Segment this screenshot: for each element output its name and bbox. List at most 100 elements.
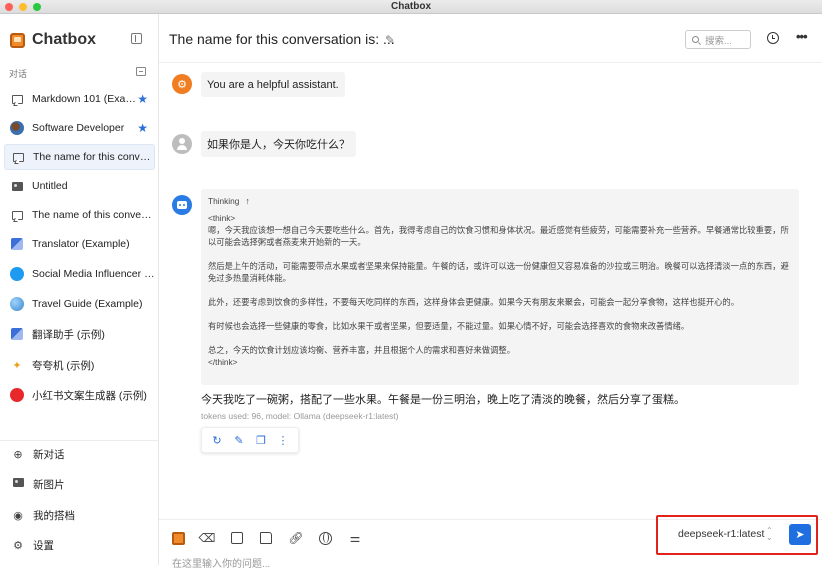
conversation-label: The name of this conversation: [32, 209, 155, 221]
regenerate-icon[interactable]: ↻: [209, 434, 225, 447]
conversation-label: Travel Guide (Example): [32, 298, 143, 310]
sparkle-avatar-icon: ✦: [12, 359, 22, 372]
conversation-label: Software Developer: [32, 122, 125, 134]
conversation-label: Translator (Example): [32, 238, 130, 250]
translator-avatar-icon: [10, 237, 24, 251]
sidebar-item-current-conversation[interactable]: The name for this conversation is:: [4, 144, 155, 170]
sidebar-item-translation-assistant[interactable]: 翻译助手 (示例): [4, 321, 155, 347]
star-icon[interactable]: ★: [137, 121, 148, 135]
send-icon: ➤: [795, 529, 805, 541]
conversation-label: 小红书文案生成器 (示例): [32, 389, 147, 402]
image-attach-icon[interactable]: [229, 530, 245, 546]
my-partners-button[interactable]: ◉ 我的搭档: [4, 503, 155, 527]
section-label: 对话: [9, 69, 28, 79]
sidebar: Chatbox 对话 Markdown 101 (Example) ★ Soft…: [0, 14, 159, 565]
thinking-toggle[interactable]: Thinking ↑: [208, 195, 793, 207]
edit-title-icon[interactable]: ✎: [385, 33, 395, 47]
eraser-icon[interactable]: ⌫: [199, 530, 216, 546]
sidebar-item-markdown-101[interactable]: Markdown 101 (Example) ★: [4, 86, 155, 112]
gear-icon: ⚙: [13, 539, 23, 552]
conversation-label: 夸夸机 (示例): [32, 359, 95, 372]
image-add-icon: [11, 478, 25, 490]
settings-sliders-icon[interactable]: ⚌: [347, 530, 363, 546]
robot-icon: ◉: [13, 509, 23, 522]
assistant-answer: 今天我吃了一碗粥，搭配了一些水果。午餐是一份三明治，晚上吃了清淡的晚餐，然后分享…: [201, 394, 685, 406]
conversation-label: The name for this conversation is:: [33, 151, 154, 163]
globe-avatar-icon: [10, 297, 24, 311]
chevron-updown-icon[interactable]: ⌃ ⌄: [766, 527, 773, 542]
window-titlebar: Chatbox: [0, 0, 822, 14]
thinking-paragraph: <think> 嗯，今天我应该想一想自己今天要吃些什么。首先，我得考虑自己的饮食…: [208, 213, 789, 247]
thinking-paragraph: 此外，还要考虑到饮食的多样性，不要每天吃同样的东西，这样身体会更健康。如果今天有…: [208, 297, 740, 307]
new-chat-button[interactable]: ⊕ 新对话: [4, 442, 155, 466]
thinking-label: Thinking: [208, 196, 240, 206]
new-image-button[interactable]: 新图片: [4, 472, 155, 496]
conversation-title: The name for this conversation is: ...: [169, 31, 395, 47]
conversation-label: Social Media Influencer (Example): [32, 268, 155, 280]
message-toolbar: ↻ ✎ ❐ ⋮: [201, 427, 299, 453]
copy-icon[interactable]: ❐: [253, 434, 269, 447]
brand: Chatbox: [10, 31, 96, 49]
star-icon[interactable]: ★: [137, 92, 148, 106]
more-options-icon[interactable]: •••: [796, 29, 808, 44]
search-placeholder: 搜索...: [705, 35, 732, 47]
folder-icon[interactable]: [258, 530, 274, 546]
archive-icon[interactable]: [136, 67, 146, 76]
xiaohongshu-avatar-icon: [10, 388, 24, 402]
new-chat-label: 新对话: [33, 448, 65, 461]
edit-icon[interactable]: ✎: [231, 434, 247, 447]
translator-avatar-icon: [10, 327, 24, 341]
chat-icon: [10, 208, 24, 222]
user-message: 如果你是人，今天你吃什么？: [201, 131, 356, 157]
chatbox-logo-tool-icon[interactable]: [170, 530, 186, 546]
sidebar-item-travel-guide[interactable]: Travel Guide (Example): [4, 291, 155, 317]
thinking-block: Thinking ↑ <think> 嗯，今天我应该想一想自己今天要吃些什么。首…: [201, 189, 799, 385]
link-icon[interactable]: 🔗︎: [288, 530, 304, 546]
sidebar-item-software-developer[interactable]: Software Developer ★: [4, 115, 155, 141]
sidebar-item-untitled[interactable]: Untitled: [4, 173, 155, 199]
conversation-header: The name for this conversation is: ... ✎…: [159, 14, 822, 63]
token-usage: tokens used: 96, model: Ollama (deepseek…: [201, 411, 399, 421]
conversation-label: Untitled: [32, 180, 68, 192]
sidebar-item-name-of-conversation[interactable]: The name of this conversation: [4, 202, 155, 228]
sidebar-item-translator[interactable]: Translator (Example): [4, 231, 155, 257]
history-icon[interactable]: [767, 32, 779, 44]
more-vertical-icon[interactable]: ⋮: [275, 434, 291, 447]
chatbox-logo-icon: [10, 32, 25, 48]
sidebar-item-xiaohongshu-generator[interactable]: 小红书文案生成器 (示例): [4, 382, 155, 408]
sidebar-item-social-media-influencer[interactable]: Social Media Influencer (Example): [4, 261, 155, 287]
developer-avatar-icon: [10, 121, 24, 135]
system-message: You are a helpful assistant.: [201, 72, 345, 97]
arrow-up-icon: ↑: [245, 196, 250, 206]
assistant-avatar-robot-icon: [172, 195, 192, 215]
my-partners-label: 我的搭档: [33, 509, 75, 522]
brand-name: Chatbox: [32, 31, 96, 48]
send-button[interactable]: ➤: [789, 524, 811, 545]
new-image-label: 新图片: [33, 478, 65, 491]
thinking-paragraph: 然后是上午的活动，可能需要带点水果或者坚果来保持能量。午餐的话，或许可以选一份健…: [208, 261, 789, 283]
globe-icon[interactable]: [317, 530, 333, 546]
window-title: Chatbox: [391, 1, 431, 12]
model-selector-highlight: deepseek-r1:latest ⌃ ⌄ ➤: [656, 515, 818, 555]
main-panel: The name for this conversation is: ... ✎…: [159, 14, 822, 570]
thinking-paragraph: 有时候也会选择一些健康的零食，比如水果干或者坚果，但要适量，不能过量。如果心情不…: [208, 321, 690, 331]
system-avatar-gear-icon: ⚙: [172, 74, 192, 94]
thinking-paragraph: 总之，今天的饮食计划应该均衡、营养丰富，并且根据个人的需求和喜好来做调整。 </…: [208, 345, 515, 367]
search-input[interactable]: 搜索...: [685, 30, 751, 49]
collapse-sidebar-icon[interactable]: [131, 33, 142, 44]
chat-icon: [10, 92, 24, 106]
twitter-avatar-icon: [10, 267, 24, 281]
image-icon: [10, 179, 24, 193]
message-input[interactable]: 在这里输入你的问题...: [172, 555, 270, 570]
plus-circle-icon: ⊕: [13, 448, 23, 461]
settings-label: 设置: [33, 539, 54, 552]
search-icon: [692, 36, 699, 43]
chat-icon: [11, 150, 25, 164]
conversation-label: Markdown 101 (Example): [32, 93, 137, 105]
sidebar-item-praise-machine[interactable]: ✦ 夸夸机 (示例): [4, 352, 155, 378]
sidebar-divider: [0, 440, 158, 441]
user-avatar-icon: [172, 134, 192, 154]
conversation-label: 翻译助手 (示例): [32, 328, 105, 341]
settings-button[interactable]: ⚙ 设置: [4, 533, 155, 557]
model-selector[interactable]: deepseek-r1:latest: [678, 528, 764, 540]
